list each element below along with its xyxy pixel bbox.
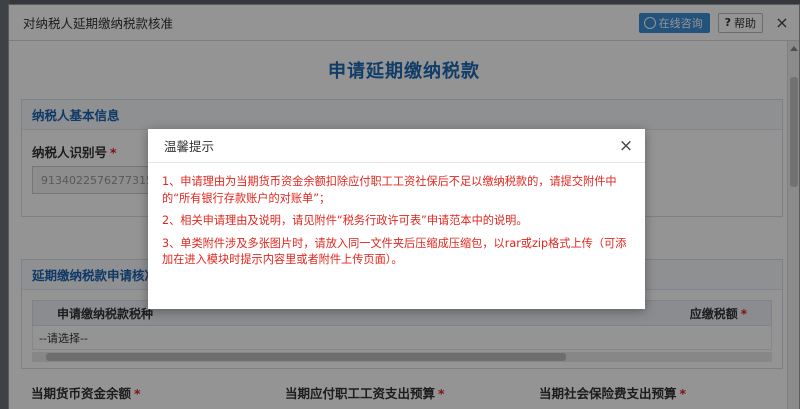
tip-item: 1、申请理由为当期货币资金余额扣除应付职工工资社保后不足以缴纳税款的，请提交附件… (162, 175, 617, 205)
dialog-body: 1、申请理由为当期货币资金余额扣除应付职工工资社保后不足以缴纳税款的，请提交附件… (148, 163, 645, 269)
tips-dialog: 温馨提示 × 1、申请理由为当期货币资金余额扣除应付职工工资社保后不足以缴纳税款… (148, 129, 645, 309)
tip-item: 3、单类附件涉及多张图片时，请放入同一文件夹后压缩成压缩包，以rar或zip格式… (162, 236, 627, 267)
dialog-close-button[interactable]: × (613, 133, 639, 159)
dialog-header: 温馨提示 × (148, 129, 645, 163)
dialog-title: 温馨提示 (164, 139, 215, 154)
tip-item: 2、相关申请理由及说明，请见附件“税务行政许可表”申请范本中的说明。 (162, 214, 528, 227)
